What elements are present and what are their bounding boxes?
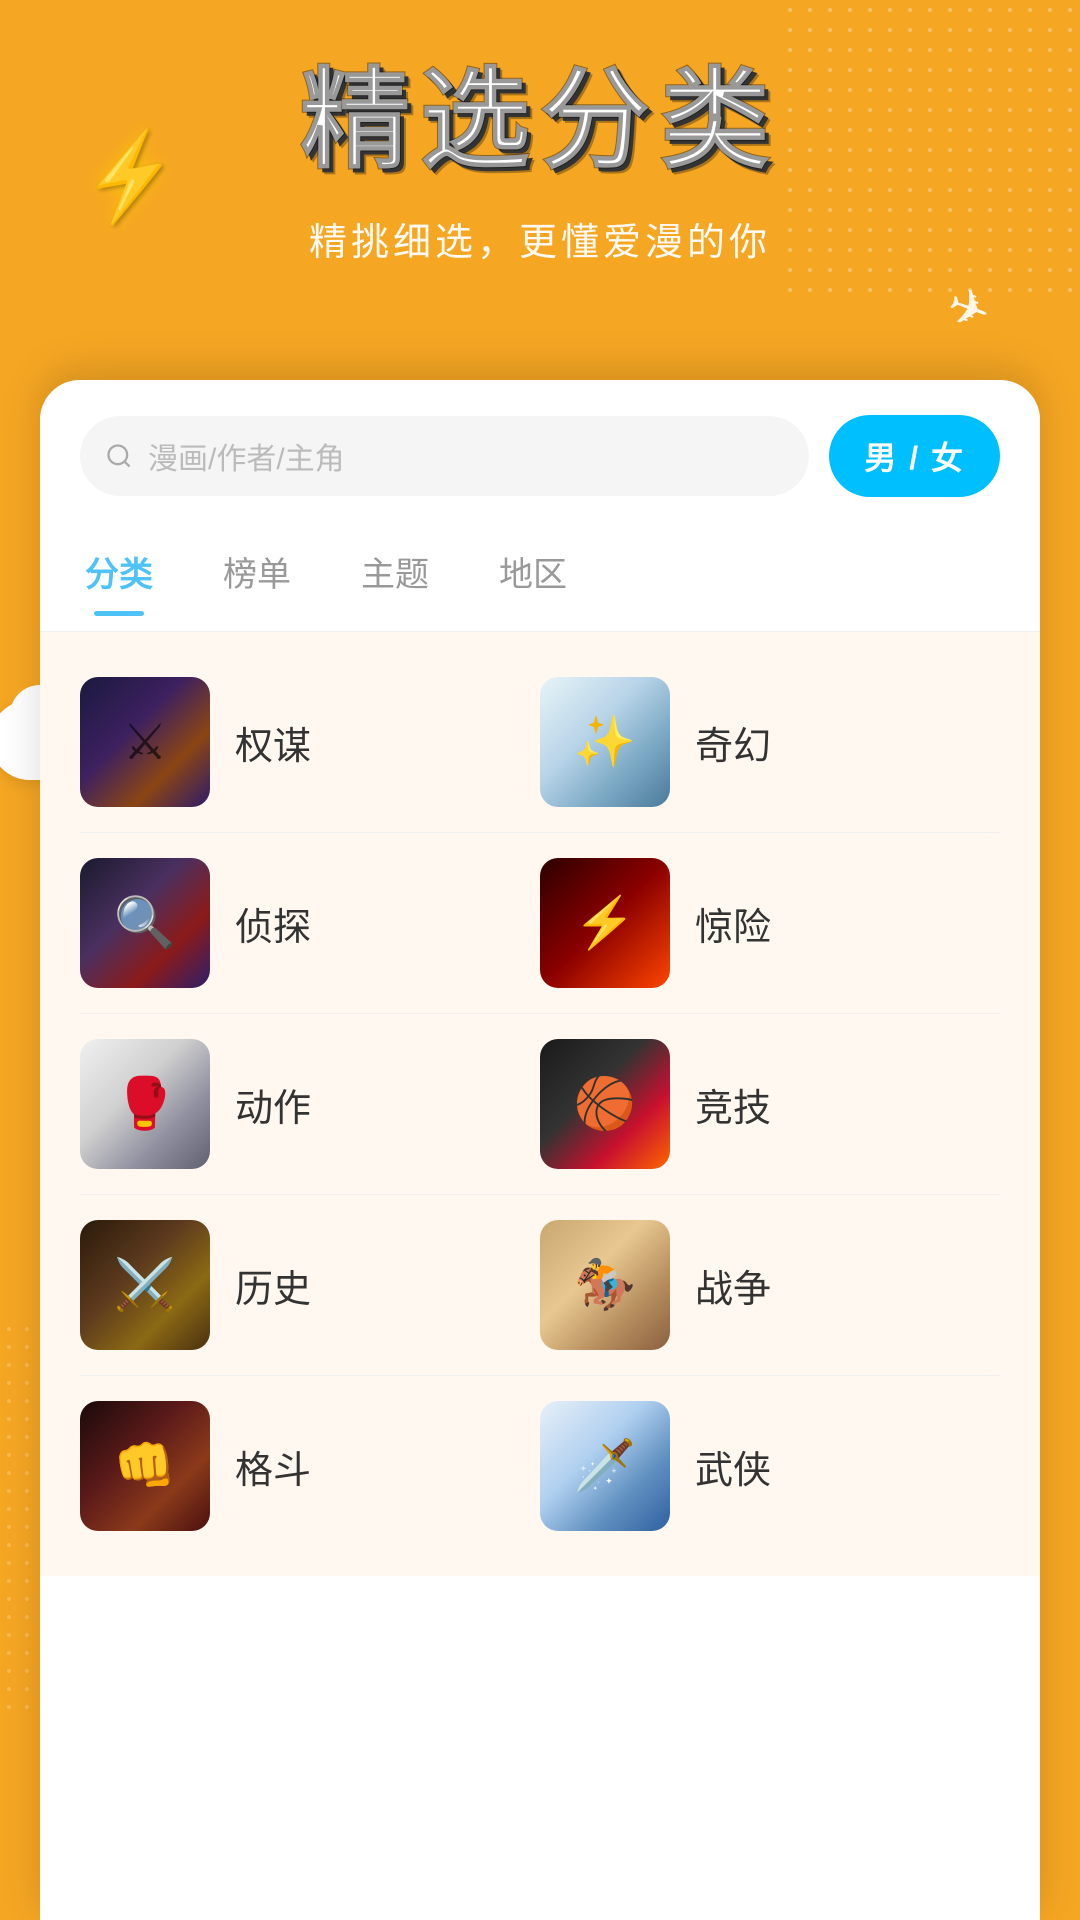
category-row: 侦探 惊险 — [40, 833, 1040, 1013]
hero-section: 精选分类 精挑细选，更懂爱漫的你 — [0, 0, 1080, 316]
category-thumb-jingji — [540, 1039, 670, 1169]
tab-ranking[interactable]: 榜单 — [218, 537, 296, 616]
category-item-lishi[interactable]: 历史 — [80, 1220, 540, 1350]
category-item-quanmou[interactable]: 权谋 — [80, 677, 540, 807]
category-item-qihuan[interactable]: 奇幻 — [540, 677, 1000, 807]
category-name-gedou: 格斗 — [235, 1439, 311, 1494]
category-name-lishi: 历史 — [235, 1258, 311, 1313]
category-row: 权谋 奇幻 — [40, 652, 1040, 832]
main-card: 漫画/作者/主角 男 / 女 分类 榜单 主题 地区 权谋 奇幻 — [40, 380, 1040, 1920]
category-thumb-qihuan — [540, 677, 670, 807]
tab-region[interactable]: 地区 — [494, 537, 572, 616]
tab-category[interactable]: 分类 — [80, 537, 158, 616]
category-item-jingxian[interactable]: 惊险 — [540, 858, 1000, 988]
category-name-dongzuo: 动作 — [235, 1077, 311, 1132]
category-list: 权谋 奇幻 侦探 惊险 动作 — [40, 632, 1040, 1576]
category-thumb-wuxia — [540, 1401, 670, 1531]
category-row: 格斗 武侠 — [40, 1376, 1040, 1556]
category-item-zhentian[interactable]: 侦探 — [80, 858, 540, 988]
category-name-jingji: 竞技 — [695, 1077, 771, 1132]
category-thumb-dongzuo — [80, 1039, 210, 1169]
category-item-wuxia[interactable]: 武侠 — [540, 1401, 1000, 1531]
category-item-dongzuo[interactable]: 动作 — [80, 1039, 540, 1169]
category-thumb-jingxian — [540, 858, 670, 988]
gender-toggle-button[interactable]: 男 / 女 — [829, 415, 1000, 497]
search-placeholder-text: 漫画/作者/主角 — [148, 434, 345, 478]
tab-theme[interactable]: 主题 — [356, 537, 434, 616]
category-thumb-lishi — [80, 1220, 210, 1350]
tab-navigation: 分类 榜单 主题 地区 — [40, 522, 1040, 632]
category-item-gedou[interactable]: 格斗 — [80, 1401, 540, 1531]
category-name-jingxian: 惊险 — [695, 896, 771, 951]
category-item-zhanzheng[interactable]: 战争 — [540, 1220, 1000, 1350]
category-thumb-quanmou — [80, 677, 210, 807]
hero-title: 精选分类 — [300, 60, 780, 181]
search-bar[interactable]: 漫画/作者/主角 — [80, 416, 809, 496]
category-name-zhentian: 侦探 — [235, 896, 311, 951]
search-icon — [105, 442, 133, 470]
category-thumb-gedou — [80, 1401, 210, 1531]
category-name-zhanzheng: 战争 — [695, 1258, 771, 1313]
category-item-jingji[interactable]: 竞技 — [540, 1039, 1000, 1169]
category-name-wuxia: 武侠 — [695, 1439, 771, 1494]
category-row: 动作 竞技 — [40, 1014, 1040, 1194]
category-name-qihuan: 奇幻 — [695, 715, 771, 770]
category-row: 历史 战争 — [40, 1195, 1040, 1375]
category-thumb-zhanzheng — [540, 1220, 670, 1350]
hero-subtitle: 精挑细选，更懂爱漫的你 — [80, 211, 1000, 266]
category-name-quanmou: 权谋 — [235, 715, 311, 770]
category-thumb-zhentian — [80, 858, 210, 988]
search-area: 漫画/作者/主角 男 / 女 — [40, 380, 1040, 522]
